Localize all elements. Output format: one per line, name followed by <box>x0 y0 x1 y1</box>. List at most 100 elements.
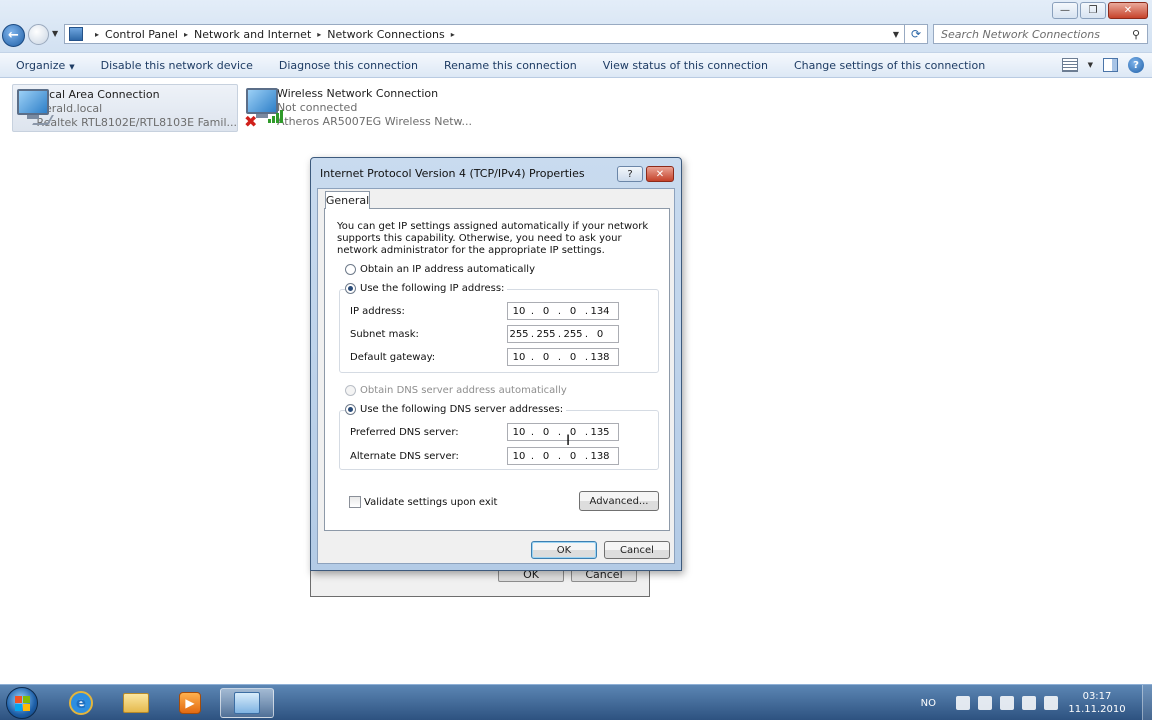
ip-manual-label: Use the following IP address: <box>360 283 505 294</box>
search-icon[interactable]: ⚲ <box>1129 28 1143 41</box>
minimize-button[interactable]: — <box>1052 2 1078 19</box>
taskbar-media-player[interactable]: ▶ <box>163 688 217 718</box>
validate-settings-checkbox[interactable] <box>349 496 361 508</box>
disconnected-x-icon: ✖ <box>244 112 258 131</box>
folder-icon <box>123 693 149 713</box>
rename-connection-button[interactable]: Rename this connection <box>431 59 590 72</box>
breadcrumb-control-panel[interactable]: Control Panel <box>105 28 178 41</box>
ip-auto-radio[interactable] <box>345 264 356 275</box>
taskbar-control-panel[interactable] <box>220 688 274 718</box>
volume-icon[interactable] <box>1044 696 1058 710</box>
validate-settings-option[interactable]: Validate settings upon exit <box>349 496 497 508</box>
dns-manual-label: Use the following DNS server addresses: <box>360 404 564 415</box>
command-bar: Organize ▼ Disable this network device Di… <box>0 52 1152 78</box>
signal-bars-icon <box>268 110 283 123</box>
disable-device-button[interactable]: Disable this network device <box>88 59 266 72</box>
window-controls: — ❐ ✕ <box>1052 2 1148 19</box>
dns-auto-radio[interactable] <box>345 385 356 396</box>
breadcrumb-separator[interactable]: ▸ <box>184 30 188 39</box>
view-options-dropdown[interactable]: ▼ <box>1088 61 1093 69</box>
default-gateway-field[interactable]: 10. 0. 0. 138 <box>507 348 619 366</box>
connection-name: Wireless Network Connection <box>276 87 439 100</box>
power-icon[interactable] <box>1022 696 1036 710</box>
refresh-button[interactable]: ⟳ <box>905 24 928 44</box>
action-center-icon[interactable] <box>956 696 970 710</box>
connection-name: Local Area Connection <box>36 88 160 101</box>
clock[interactable]: 03:17 11.11.2010 <box>1066 690 1128 716</box>
ip-manual-radio[interactable] <box>345 283 356 294</box>
preferred-dns-field[interactable]: 10. 0. 0. 135 <box>507 423 619 441</box>
breadcrumb-separator[interactable]: ▸ <box>95 30 99 39</box>
dns-manual-radio[interactable] <box>345 404 356 415</box>
breadcrumb-separator[interactable]: ▸ <box>451 30 455 39</box>
view-status-button[interactable]: View status of this connection <box>590 59 781 72</box>
connection-item-wireless[interactable]: ✖ Wireless Network Connection Not connec… <box>242 84 472 132</box>
tab-general[interactable]: General <box>325 191 370 209</box>
organize-menu[interactable]: Organize ▼ <box>0 59 88 72</box>
dialog-close-button[interactable]: ✕ <box>646 166 674 182</box>
ip-auto-option[interactable]: Obtain an IP address automatically <box>345 264 535 275</box>
recent-pages-dropdown[interactable]: ▼ <box>52 29 58 38</box>
ok-button[interactable]: OK <box>531 541 597 559</box>
dns-auto-option[interactable]: Obtain DNS server address automatically <box>345 385 567 396</box>
forward-button[interactable] <box>28 24 49 45</box>
dns-manual-option[interactable]: Use the following DNS server addresses: <box>345 404 567 415</box>
address-dropdown[interactable]: ▼ <box>893 30 899 39</box>
chevron-down-icon: ▼ <box>69 62 75 71</box>
preview-pane-icon[interactable] <box>1103 58 1118 72</box>
ip-manual-option[interactable]: Use the following IP address: <box>345 283 508 294</box>
wireless-network-icon: ✖ <box>242 84 283 131</box>
close-window-button[interactable]: ✕ <box>1108 2 1148 19</box>
ip-address-field[interactable]: 10. 0. 0. 134 <box>507 302 619 320</box>
preferred-dns-row: Preferred DNS server: 10. 0. 0. 135 <box>350 423 650 441</box>
control-panel-icon <box>69 27 83 41</box>
ip-address-row: IP address: 10. 0. 0. 134 <box>350 302 650 320</box>
taskbar: e ▶ NO 03:17 11.11.2010 <box>0 684 1152 720</box>
general-tab-panel: You can get IP settings assigned automat… <box>324 208 670 531</box>
cancel-button[interactable]: Cancel <box>604 541 670 559</box>
ip-address-group: IP address: 10. 0. 0. 134 Subnet mask: 2… <box>339 289 659 373</box>
alternate-dns-field[interactable]: 10. 0. 0. 138 <box>507 447 619 465</box>
search-input[interactable]: Search Network Connections ⚲ <box>933 24 1148 44</box>
dialog-help-button[interactable]: ? <box>617 166 643 182</box>
breadcrumb-network-and-internet[interactable]: Network and Internet <box>194 28 311 41</box>
removable-device-icon[interactable] <box>978 696 992 710</box>
clock-date: 11.11.2010 <box>1068 704 1126 715</box>
show-desktop-button[interactable] <box>1142 685 1152 720</box>
connection-status: Gerald.local <box>36 102 103 115</box>
wired-network-icon <box>13 85 54 131</box>
connection-device: Atheros AR5007EG Wireless Netw... <box>276 115 472 128</box>
ipv4-properties-dialog: Internet Protocol Version 4 (TCP/IPv4) P… <box>310 157 682 571</box>
default-gateway-row: Default gateway: 10. 0. 0. 138 <box>350 348 650 366</box>
validate-settings-label: Validate settings upon exit <box>364 496 498 508</box>
alternate-dns-row: Alternate DNS server: 10. 0. 0. 138 <box>350 447 650 465</box>
ip-auto-label: Obtain an IP address automatically <box>360 264 536 275</box>
advanced-button[interactable]: Advanced... <box>579 491 659 511</box>
taskbar-windows-explorer[interactable] <box>109 688 163 718</box>
preferred-dns-label: Preferred DNS server: <box>350 426 459 438</box>
help-icon[interactable]: ? <box>1128 57 1144 73</box>
change-view-icon[interactable] <box>1061 58 1078 72</box>
network-tray-icon[interactable] <box>1000 696 1014 710</box>
breadcrumb-network-connections[interactable]: Network Connections <box>327 28 444 41</box>
connection-item-local-area[interactable]: Local Area Connection Gerald.local Realt… <box>12 84 238 132</box>
start-button[interactable] <box>6 687 38 719</box>
diagnose-connection-button[interactable]: Diagnose this connection <box>266 59 431 72</box>
connection-status: Not connected <box>276 101 358 114</box>
refresh-icon: ⟳ <box>910 27 922 41</box>
change-settings-button[interactable]: Change settings of this connection <box>781 59 998 72</box>
dialog-title: Internet Protocol Version 4 (TCP/IPv4) P… <box>320 167 585 180</box>
search-placeholder: Search Network Connections <box>941 27 1100 41</box>
clock-time: 03:17 <box>1082 691 1112 702</box>
maximize-button[interactable]: ❐ <box>1080 2 1106 19</box>
subnet-mask-row: Subnet mask: 255. 255. 255. 0 <box>350 325 650 343</box>
back-button[interactable]: ← <box>2 24 25 47</box>
explorer-titlebar: — ❐ ✕ ← ▼ ▸ Control Panel ▸ Network and … <box>0 0 1152 52</box>
subnet-mask-field[interactable]: 255. 255. 255. 0 <box>507 325 619 343</box>
dns-auto-label: Obtain DNS server address automatically <box>360 385 567 396</box>
taskbar-internet-explorer[interactable]: e <box>54 688 108 718</box>
address-bar[interactable]: ▸ Control Panel ▸ Network and Internet ▸… <box>64 24 905 44</box>
media-player-icon: ▶ <box>179 692 201 714</box>
input-language-indicator[interactable]: NO <box>921 698 936 709</box>
breadcrumb-separator[interactable]: ▸ <box>317 30 321 39</box>
